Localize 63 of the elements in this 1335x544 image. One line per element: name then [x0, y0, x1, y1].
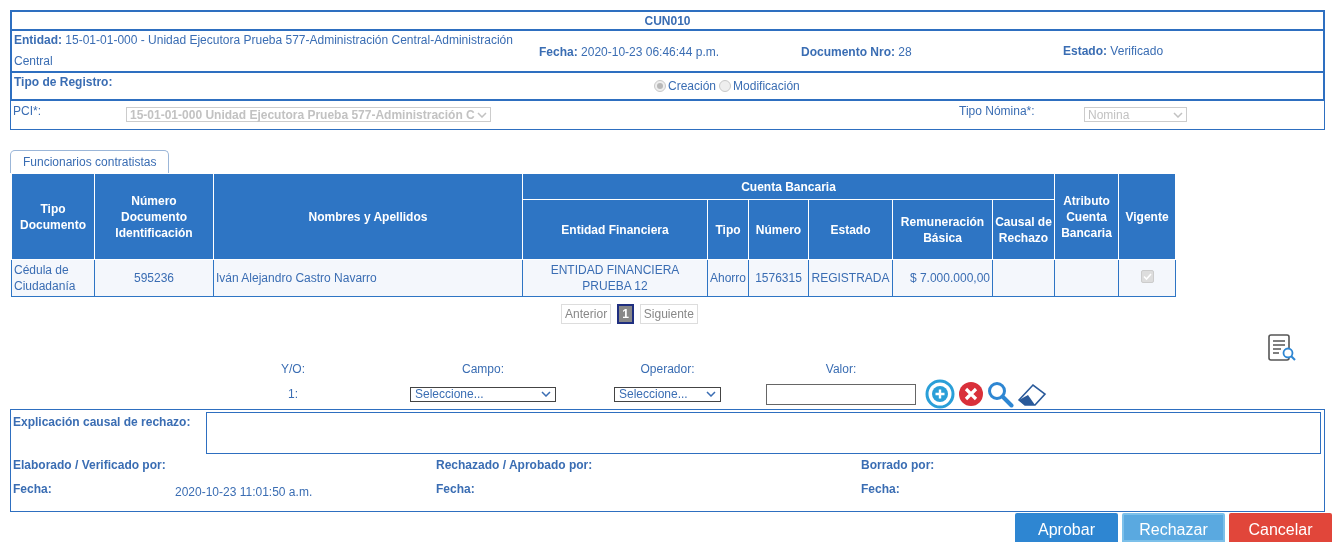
radio-option[interactable]: Creación: [654, 79, 717, 93]
fecha-value: 2020-10-23 11:01:50 a.m.: [175, 484, 313, 499]
action-button[interactable]: Aprobar: [1015, 513, 1118, 542]
previous-button[interactable]: Anterior: [561, 304, 612, 324]
caret-icon: [541, 391, 551, 397]
column-header: Entidad Financiera: [522, 199, 708, 260]
column-header: Vigente: [1118, 173, 1176, 260]
table-cell: 595236: [94, 259, 214, 297]
radio-option[interactable]: Modificación: [719, 79, 800, 93]
signature-label: Elaborado / Verificado por:: [13, 458, 167, 472]
fecha-text: Fecha: 2020-10-23 06:46:44 p.m.: [539, 44, 721, 59]
column-header: Número Documento Identificación: [94, 173, 214, 260]
explicacion-label: Explicación causal de rechazo:: [13, 414, 192, 431]
table-cell: ENTIDAD FINANCIERA PRUEBA 12: [522, 259, 708, 297]
entidad-text: Entidad: 15-01-01-000 - Unidad Ejecutora Prueba 577-Administración Central-Administración Central: [14, 32, 514, 70]
page-button[interactable]: 1: [617, 304, 634, 324]
next-button[interactable]: Siguiente: [639, 304, 698, 324]
caret-icon: [1173, 111, 1183, 118]
tipo-nomina-label: Tipo Nómina*:: [959, 104, 1036, 118]
filter-header: Y/O:: [280, 362, 306, 376]
column-group-header: Cuenta Bancaria: [522, 173, 1055, 200]
documento-text: Documento Nro: 28: [801, 44, 913, 59]
table-cell: Ahorro: [707, 259, 749, 297]
delete-icon[interactable]: [958, 381, 984, 407]
campo-select[interactable]: Seleccione...: [410, 386, 556, 402]
checkbox[interactable]: [1140, 270, 1154, 283]
row-index: 1:: [287, 387, 299, 401]
signature-label: Rechazado / Aprobado por:: [436, 458, 594, 472]
eraser-icon[interactable]: [1016, 381, 1048, 407]
action-button[interactable]: Rechazar: [1122, 513, 1225, 542]
column-header: Atributo Cuenta Bancaria: [1054, 173, 1119, 260]
column-header: Tipo Documento: [11, 173, 95, 260]
action-button[interactable]: Cancelar: [1229, 513, 1332, 542]
column-header: Causal de Rechazo: [992, 199, 1055, 260]
fecha-label: Fecha:: [861, 482, 901, 498]
column-header: Nombres y Apellidos: [213, 173, 523, 260]
column-header: Estado: [808, 199, 893, 260]
caret-icon: [477, 111, 487, 118]
filter-header: Campo:: [461, 362, 505, 376]
form-code: CUN010: [644, 13, 691, 28]
column-header: Remuneración Básica: [892, 199, 993, 260]
fecha-label: Fecha:: [13, 482, 53, 498]
filter-header: Valor:: [824, 362, 858, 376]
estado-text: Estado: Verificado: [1063, 44, 1164, 58]
fecha-label: Fecha:: [436, 482, 476, 498]
signature-label: Borrado por:: [861, 458, 936, 472]
add-icon[interactable]: [924, 379, 956, 409]
table-cell: Iván Alejandro Castro Navarro: [213, 259, 523, 297]
operador-select[interactable]: Seleccione...: [614, 386, 721, 402]
table-cell: REGISTRADA: [808, 259, 893, 297]
table-cell: Cédula de Ciudadanía: [11, 259, 95, 297]
table-cell: $ 7.000.000,00: [892, 259, 993, 297]
filter-header: Operador:: [639, 362, 696, 376]
column-header: Tipo: [707, 199, 749, 260]
tipo-registro-label: Tipo de Registro:: [14, 74, 114, 89]
explicacion-field[interactable]: [206, 412, 1321, 454]
pci-label: PCI*:: [13, 104, 42, 118]
caret-icon: [706, 391, 716, 397]
search-icon[interactable]: [986, 380, 1014, 408]
tab[interactable]: Funcionarios contratistas: [10, 150, 170, 173]
table-cell: 1576315: [748, 259, 809, 297]
valor-field[interactable]: [766, 383, 916, 405]
column-header: Número: [748, 199, 809, 260]
